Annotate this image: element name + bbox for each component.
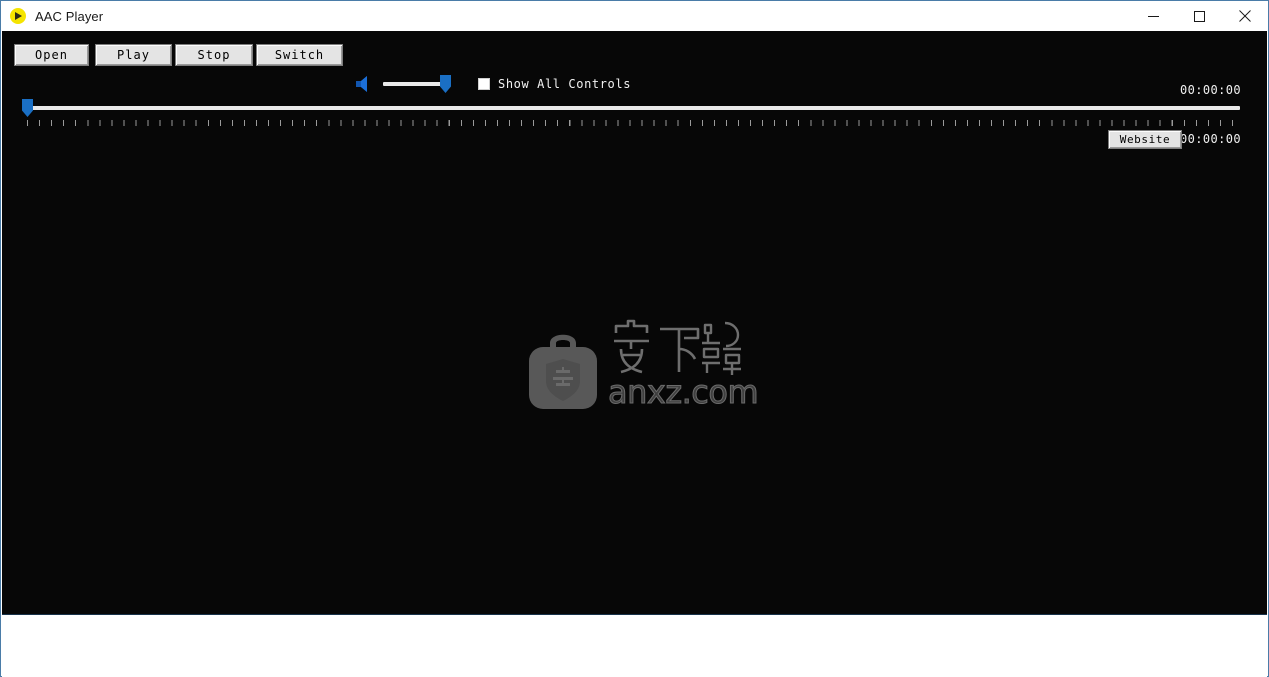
minimize-button[interactable]	[1130, 1, 1176, 31]
play-circle-icon	[10, 8, 26, 24]
maximize-icon	[1193, 10, 1205, 22]
volume-slider-handle[interactable]	[440, 75, 451, 93]
watermark: anxz.com	[526, 319, 759, 419]
show-all-controls-label: Show All Controls	[498, 77, 632, 91]
watermark-en-text: anxz.com	[607, 373, 759, 411]
maximize-button[interactable]	[1176, 1, 1222, 31]
seek-slider-ticks	[27, 120, 1241, 126]
speaker-icon-glyph	[356, 76, 367, 92]
minimize-icon	[1147, 15, 1159, 17]
show-all-controls-row[interactable]: Show All Controls	[478, 77, 631, 91]
open-button[interactable]: Open	[14, 44, 89, 66]
seek-slider-handle[interactable]	[22, 99, 33, 117]
watermark-cn-glyph	[614, 319, 741, 375]
volume-slider-track[interactable]	[383, 82, 449, 86]
video-area[interactable]: Open Play Stop Switch Show All Controls …	[2, 31, 1267, 614]
title-bar[interactable]: AAC Player	[1, 1, 1268, 31]
switch-button[interactable]: Switch	[256, 44, 343, 66]
seek-slider-track[interactable]	[26, 106, 1240, 110]
playback-toolbar: Open Play Stop Switch	[2, 31, 1267, 71]
app-window: AAC Player Open Play Stop Switch Show Al…	[0, 0, 1269, 677]
website-button[interactable]: Website	[1108, 130, 1182, 149]
window-title: AAC Player	[35, 8, 104, 24]
shield-bag-icon-glyph	[529, 334, 597, 409]
total-time-display: 00:00:00	[1180, 83, 1241, 97]
stop-button[interactable]: Stop	[175, 44, 253, 66]
status-bar	[2, 614, 1267, 677]
speaker-icon[interactable]	[355, 75, 375, 93]
shield-bag-icon	[526, 327, 600, 411]
elapsed-time-display: 00:00:00	[1180, 132, 1241, 146]
watermark-cn-text	[608, 319, 744, 381]
show-all-controls-checkbox[interactable]	[478, 78, 490, 90]
play-button[interactable]: Play	[95, 44, 172, 66]
window-controls	[1130, 1, 1268, 31]
close-button[interactable]	[1222, 1, 1268, 31]
close-icon	[1239, 10, 1251, 22]
